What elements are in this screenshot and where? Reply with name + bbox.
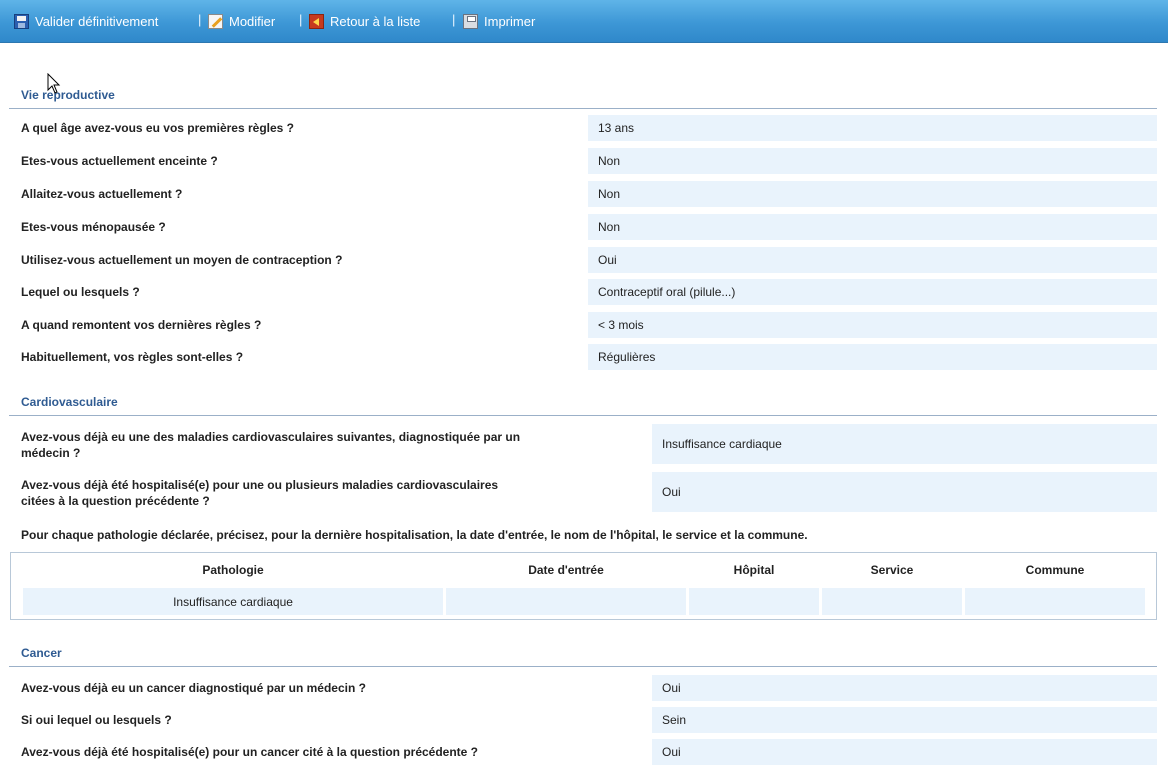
question-label: Avez-vous déjà eu un cancer diagnostiqué… (21, 681, 366, 695)
printer-icon (463, 13, 478, 29)
answer-value: Oui (652, 739, 1157, 765)
hospitalisation-note: Pour chaque pathologie déclarée, précise… (21, 528, 808, 542)
table-header: Date d'entrée (528, 563, 604, 577)
print-label: Imprimer (484, 13, 536, 29)
answer-value: Non (588, 181, 1157, 207)
hospitalisation-table: Pathologie Date d'entrée Hôpital Service… (10, 552, 1157, 620)
edit-button[interactable]: Modifier (208, 13, 275, 29)
section-divider (9, 666, 1157, 667)
table-header: Pathologie (202, 563, 264, 577)
answer-value: Non (588, 214, 1157, 240)
answer-value: Oui (652, 472, 1157, 512)
section-divider (9, 415, 1157, 416)
question-line: citées à la question précédente ? (21, 494, 210, 508)
table-cell (822, 588, 962, 615)
question-label: Si oui lequel ou lesquels ? (21, 713, 172, 727)
question-label: A quand remontent vos dernières règles ? (21, 318, 262, 332)
question-label: Habituellement, vos règles sont-elles ? (21, 350, 244, 364)
edit-label: Modifier (229, 13, 276, 29)
question-line: Avez-vous déjà eu une des maladies cardi… (21, 430, 521, 444)
answer-value: Contraceptif oral (pilule...) (588, 279, 1157, 305)
question-line: Avez-vous déjà été hospitalisé(e) pour u… (21, 478, 499, 492)
question-label: Avez-vous déjà été hospitalisé(e) pour u… (21, 745, 479, 759)
table-cell (689, 588, 819, 615)
print-button[interactable]: Imprimer (463, 13, 535, 29)
answer-value: Sein (652, 707, 1157, 733)
question-line: médecin ? (21, 446, 81, 460)
table-header: Hôpital (733, 563, 775, 577)
toolbar: Valider définitivement | Modifier | Reto… (0, 0, 1168, 43)
pencil-icon (208, 13, 223, 29)
back-to-list-button[interactable]: Retour à la liste (309, 13, 420, 29)
answer-value: Insuffisance cardiaque (652, 424, 1157, 464)
question-label: Utilisez-vous actuellement un moyen de c… (21, 253, 343, 267)
answer-value: Régulières (588, 344, 1157, 370)
question-label: A quel âge avez-vous eu vos premières rè… (21, 121, 294, 135)
table-header: Service (870, 563, 914, 577)
toolbar-separator: | (452, 12, 456, 27)
table-cell: Insuffisance cardiaque (23, 588, 443, 615)
table-header: Commune (1025, 563, 1085, 577)
section-divider (9, 108, 1157, 109)
answer-value: Oui (588, 247, 1157, 273)
answer-value: Non (588, 148, 1157, 174)
section-title-cancer: Cancer (21, 646, 62, 660)
table-cell (965, 588, 1145, 615)
question-label: Lequel ou lesquels ? (21, 285, 140, 299)
question-label: Allaitez-vous actuellement ? (21, 187, 183, 201)
question-label: Avez-vous déjà été hospitalisé(e) pour u… (21, 477, 498, 509)
answer-value: Oui (652, 675, 1157, 701)
answer-value: 13 ans (588, 115, 1157, 141)
answer-value: < 3 mois (588, 312, 1157, 338)
section-title-cardio: Cardiovasculaire (21, 395, 118, 409)
mouse-cursor-icon (47, 73, 61, 94)
toolbar-separator: | (299, 12, 303, 27)
save-icon (14, 13, 29, 29)
question-label: Avez-vous déjà eu une des maladies cardi… (21, 429, 520, 461)
section-title-reproductive: Vie reproductive (21, 88, 115, 102)
table-cell (446, 588, 686, 615)
toolbar-separator: | (198, 12, 202, 27)
validate-label: Valider définitivement (35, 13, 159, 29)
question-label: Etes-vous ménopausée ? (21, 220, 166, 234)
back-arrow-icon (309, 13, 324, 29)
question-label: Etes-vous actuellement enceinte ? (21, 154, 218, 168)
back-label: Retour à la liste (330, 13, 421, 29)
validate-button[interactable]: Valider définitivement (14, 13, 158, 29)
